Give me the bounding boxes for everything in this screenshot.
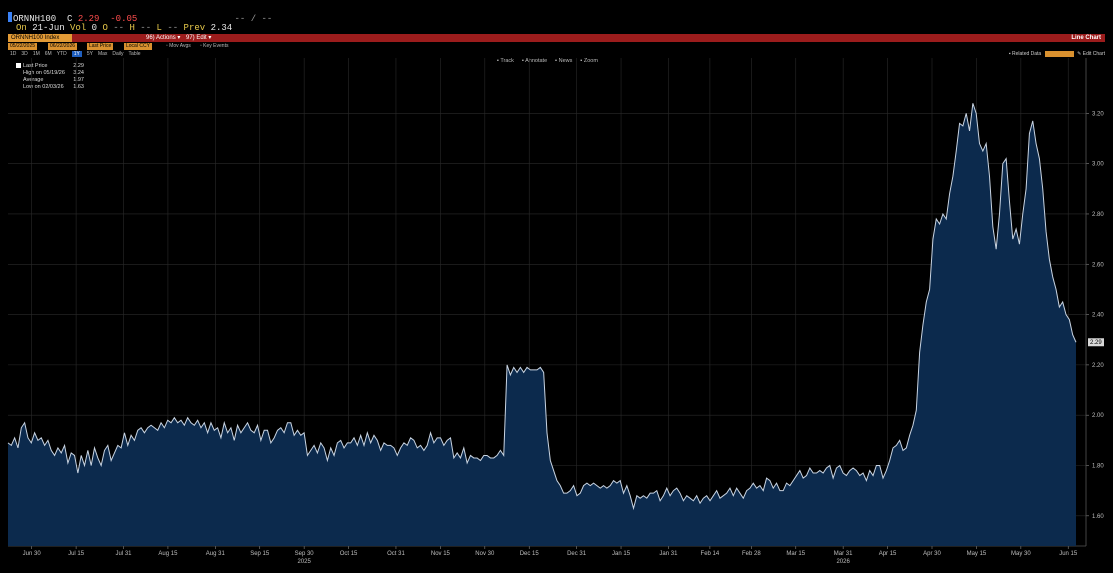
x-tick-label: Apr 30 [923,551,941,557]
x-tick-label: May 30 [1011,551,1031,557]
y-tick-label: 3.00 [1092,162,1104,168]
x-tick-label: Jun 15 [1059,551,1078,557]
x-tick-label: Oct 15 [340,551,358,557]
y-tick-label: 2.00 [1092,413,1104,419]
x-tick-label: Mar 31 [834,551,853,557]
x-tick-label: Oct 31 [387,551,405,557]
x-tick-label: Nov 15 [431,551,451,557]
x-tick-label: Nov 30 [475,551,495,557]
x-tick-label: Aug 31 [206,551,226,557]
x-tick-label: Jul 31 [115,551,132,557]
price-chart[interactable]: 1.60 1.80 2.00 2.20 2.40 2.60 2.80 3.00 3.20 Jun … [0,0,1113,573]
x-tick-label: Jul 15 [68,551,85,557]
x-tick-label: Feb 14 [701,551,720,557]
x-tick-label: Dec 31 [567,551,587,557]
y-tick-label: 1.60 [1092,514,1104,520]
x-tick-label: Dec 15 [520,551,540,557]
x-tick-label: Sep 15 [250,551,270,557]
x-tick-label: May 15 [967,551,987,557]
y-tick-label: 3.20 [1092,111,1104,117]
x-tick-label: Mar 15 [786,551,805,557]
year-label: 2025 [297,559,311,565]
y-tick-label: 2.80 [1092,212,1104,218]
y-tick-label: 2.40 [1092,313,1104,319]
x-tick-label: Aug 15 [158,551,178,557]
x-tick-label: Feb 28 [742,551,761,557]
x-tick-label: Jun 30 [23,551,42,557]
x-tick-label: Jan 31 [659,551,678,557]
year-label: 2026 [836,559,850,565]
x-tick-label: Jan 15 [612,551,631,557]
last-value-label: 2.29 [1090,340,1102,346]
y-tick-label: 1.80 [1092,464,1104,470]
y-tick-label: 2.20 [1092,363,1104,369]
y-tick-label: 2.60 [1092,262,1104,268]
x-tick-label: Sep 30 [295,551,315,557]
x-tick-label: Apr 15 [879,551,897,557]
